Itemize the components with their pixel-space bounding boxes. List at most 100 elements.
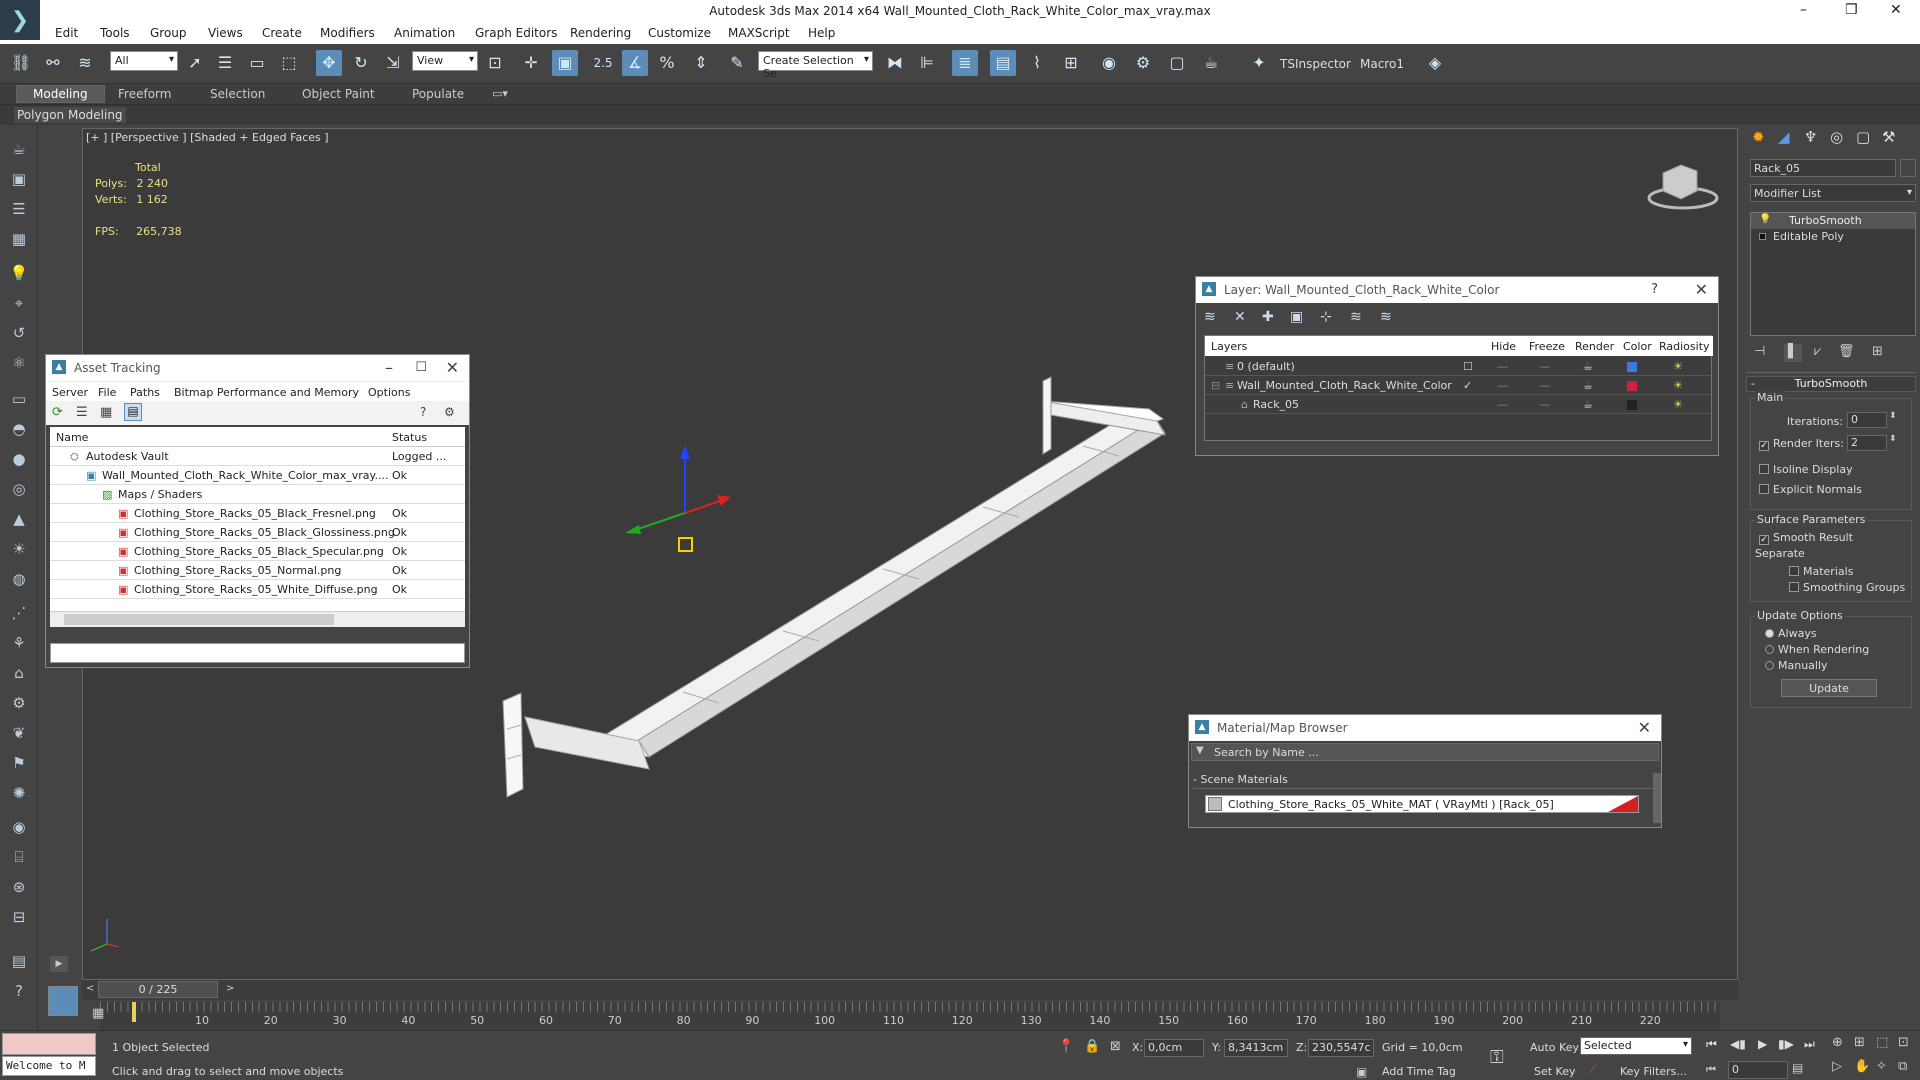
render-production-icon[interactable]: ☕ — [1198, 50, 1224, 76]
keyboard-shortcut-override-icon[interactable]: ▣ — [552, 50, 578, 76]
app-logo-icon[interactable]: ❯ — [0, 0, 40, 40]
tab-object-paint[interactable]: Object Paint — [302, 87, 375, 101]
pan-icon[interactable]: ✋ — [1854, 1059, 1870, 1074]
hf-icon[interactable]: ⚑ — [6, 751, 32, 775]
layer-row-default[interactable]: ≡ 0 (default) ☐ — — ☕ ☀ — [1205, 357, 1711, 376]
minimize-icon[interactable]: – — [1800, 2, 1807, 18]
object-name-field[interactable]: Rack_05 — [1750, 159, 1896, 177]
selection-region-icon[interactable]: ▭ — [244, 50, 270, 76]
table-row[interactable]: ▣ Clothing_Store_Racks_05_Black_Fresnel.p… — [50, 504, 465, 523]
minimize-icon[interactable]: – — [385, 358, 393, 377]
display-tab-icon[interactable]: ▢ — [1856, 128, 1870, 146]
zoom-icon[interactable]: ⊕ — [1832, 1035, 1843, 1050]
maxscript-listener-output[interactable]: Welcome to M — [2, 1056, 96, 1076]
shell-icon[interactable]: ✺ — [6, 781, 32, 805]
col-radiosity[interactable]: Radiosity — [1659, 340, 1710, 353]
hierarchy-tab-icon[interactable]: ♆ — [1804, 128, 1817, 146]
iterations-spinner[interactable]: 0 — [1847, 412, 1887, 428]
table-row[interactable]: ▣ Clothing_Store_Racks_05_White_Diffuse.p… — [50, 580, 465, 599]
zoom-all-icon[interactable]: ⊞ — [1854, 1035, 1865, 1050]
layer-color-swatch[interactable] — [1627, 362, 1637, 372]
container-icon[interactable]: ⌸ — [6, 845, 32, 869]
col-status[interactable]: Status — [392, 431, 427, 444]
unlink-icon[interactable]: ⚯ — [40, 50, 66, 76]
help-icon[interactable]: ? — [6, 979, 32, 1003]
track-bar[interactable]: 10 20 30 40 50 60 70 80 90 100 110 120 130 140 150 160 1… — [100, 1002, 1720, 1030]
time-tag-icon[interactable]: ▣ — [1356, 1065, 1367, 1079]
edit-named-selection-icon[interactable]: ✎ — [724, 50, 750, 76]
menu-file[interactable]: File — [98, 386, 116, 399]
object-color-swatch[interactable] — [1900, 159, 1916, 177]
tab-populate[interactable]: Populate — [412, 87, 464, 101]
hair-icon[interactable]: ⋰ — [6, 601, 32, 625]
play-icon[interactable]: ▶ — [1758, 1037, 1767, 1051]
restore-icon[interactable]: ❐ — [1845, 2, 1858, 18]
col-hide[interactable]: Hide — [1491, 340, 1516, 353]
time-slider-next-icon[interactable]: > — [226, 983, 234, 994]
layer-row-object[interactable]: ⌂ Rack_05— — ☕ ☀ — [1205, 395, 1711, 414]
select-rotate-icon[interactable]: ↻ — [348, 50, 374, 76]
spinner-snap-icon[interactable]: ⇕ — [688, 50, 714, 76]
isolate-selection-icon[interactable]: 📍 — [1058, 1039, 1074, 1054]
mesh-icon[interactable]: ⊛ — [6, 875, 32, 899]
menu-tools[interactable]: Tools — [100, 26, 130, 40]
layer-titlebar[interactable]: ▲ Layer: Wall_Mounted_Cloth_Rack_White_C… — [1196, 277, 1718, 303]
menu-help[interactable]: Help — [808, 26, 835, 40]
spinner-arrows-icon[interactable]: ⬍ — [1889, 411, 1897, 421]
window-crossing-icon[interactable]: ⬚ — [276, 50, 302, 76]
cone-icon[interactable]: ▲ — [6, 507, 32, 531]
make-unique-icon[interactable]: ⩗ — [1814, 344, 1821, 359]
layer-row-rack[interactable]: ⊟ ≡ Wall_Mounted_Cloth_Rack_White_Color ✓ — —… — [1205, 376, 1711, 395]
x-coordinate-field[interactable]: 0,0cm — [1144, 1039, 1204, 1057]
light-bulb-icon[interactable]: 💡 — [6, 261, 32, 285]
asset-path-field[interactable] — [50, 643, 465, 663]
tab-modeling[interactable]: Modeling — [16, 85, 105, 103]
menu-create[interactable]: Create — [262, 26, 302, 40]
scene-materials-header[interactable]: - Scene Materials — [1193, 773, 1653, 789]
maximize-icon[interactable]: ☐ — [415, 360, 427, 375]
refresh-icon[interactable]: ⟳ — [52, 405, 63, 420]
menu-animation[interactable]: Animation — [394, 26, 455, 40]
modifier-list-dropdown[interactable]: Modifier List ▾ — [1750, 184, 1916, 202]
macro1-label[interactable]: Macro1 — [1360, 57, 1404, 71]
zoom-extents-all-icon[interactable]: ⊡ — [1898, 1035, 1909, 1050]
table-row[interactable]: ▨ Maps / Shaders — [50, 485, 465, 504]
mini-listener-toggle[interactable] — [48, 986, 78, 1016]
reference-coordinate-dropdown[interactable]: View — [412, 51, 478, 71]
current-frame-field[interactable]: 0 — [1728, 1061, 1788, 1079]
add-time-tag[interactable]: Add Time Tag — [1382, 1065, 1456, 1078]
schematic-view-icon[interactable]: ⊞ — [1058, 50, 1084, 76]
key-mode-toggle-icon[interactable]: ⏮ — [1706, 1063, 1716, 1077]
named-selection-dropdown[interactable]: Create Selection Se — [758, 51, 873, 80]
selection-lock-icon[interactable]: 🔒 — [1084, 1039, 1100, 1054]
curve-editor-icon[interactable]: ⌇ — [1024, 50, 1050, 76]
time-slider-thumb[interactable]: 0 / 225 — [98, 981, 218, 998]
layer-color-swatch[interactable] — [1627, 381, 1637, 391]
render-frame-icon[interactable]: ▣ — [6, 167, 32, 191]
select-by-name-icon[interactable]: ☰ — [212, 50, 238, 76]
menu-group[interactable]: Group — [150, 26, 187, 40]
menu-bitmap-performance[interactable]: Bitmap Performance and Memory — [174, 386, 359, 399]
maximize-viewport-icon[interactable]: ⧉ — [1898, 1059, 1907, 1074]
paint-icon[interactable]: ▤ — [6, 949, 32, 973]
sphere-blue-icon[interactable]: ◉ — [6, 815, 32, 839]
next-frame-icon[interactable]: ▮▶ — [1778, 1037, 1794, 1051]
set-key-mode-icon[interactable]: ⚿ — [1490, 1047, 1504, 1068]
menu-options[interactable]: Options — [368, 386, 410, 399]
key-filters-button[interactable]: Key Filters... — [1620, 1065, 1687, 1078]
close-icon[interactable]: ✕ — [1890, 2, 1902, 18]
tab-freeform[interactable]: Freeform — [118, 87, 171, 101]
angle-snap-icon[interactable]: ∡ — [622, 50, 648, 76]
geosphere-icon[interactable]: ◍ — [6, 567, 32, 591]
table-row[interactable]: ▣ Clothing_Store_Racks_05_Black_Glossines… — [50, 523, 465, 542]
menu-graph-editors[interactable]: Graph Editors — [475, 26, 557, 40]
select-move-icon[interactable]: ✥ — [316, 50, 342, 76]
layer-active-checkbox[interactable]: ☐ — [1463, 360, 1473, 373]
motion-tab-icon[interactable]: ◎ — [1830, 128, 1843, 146]
settings-icon[interactable]: ⚙ — [444, 405, 455, 419]
percent-snap-icon[interactable]: % — [654, 50, 680, 76]
col-render[interactable]: Render — [1575, 340, 1614, 353]
when-rendering-radio[interactable]: When Rendering — [1765, 643, 1869, 656]
rotate-view-icon[interactable]: ↺ — [6, 321, 32, 345]
utilities-tab-icon[interactable]: ⚒ — [1882, 128, 1895, 146]
